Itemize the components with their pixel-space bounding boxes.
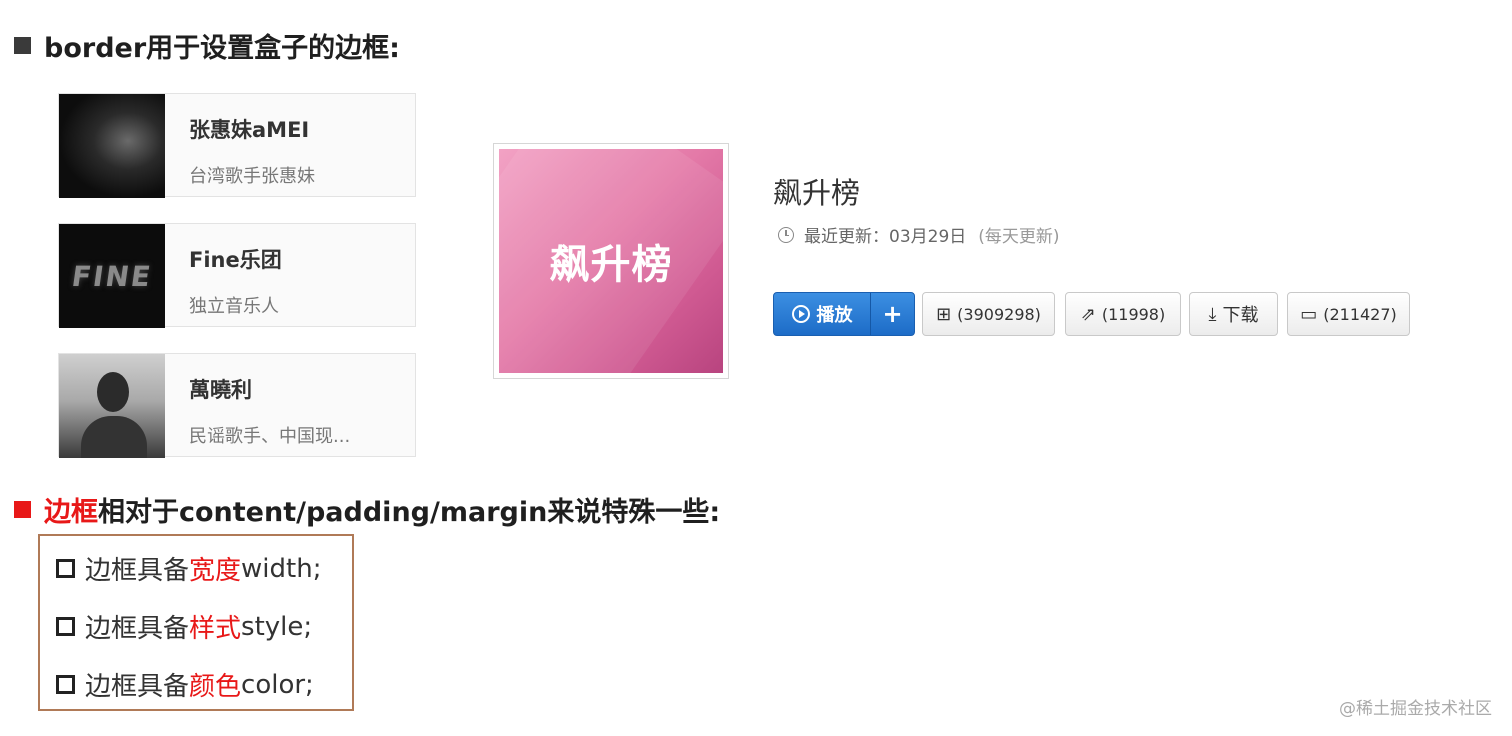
item-highlight: 宽度 bbox=[189, 556, 242, 586]
artist-photo[interactable] bbox=[59, 354, 165, 458]
watermark: @稀土掘金技术社区 bbox=[1339, 699, 1492, 719]
update-label: 最近更新：03月29日 bbox=[804, 227, 967, 247]
download-button[interactable]: ⤓ 下载 bbox=[1189, 292, 1278, 336]
update-info: 最近更新：03月29日 (每天更新) bbox=[778, 222, 1060, 247]
artist-photo[interactable] bbox=[59, 94, 165, 198]
play-button[interactable]: 播放 bbox=[774, 293, 870, 335]
share-icon: ⇗ bbox=[1080, 303, 1096, 325]
item-prefix: 边框具备 bbox=[85, 614, 190, 644]
playlist-cover[interactable]: 飙升榜 bbox=[499, 149, 723, 373]
item-suffix: color; bbox=[241, 669, 314, 700]
share-count: (11998) bbox=[1101, 304, 1166, 324]
section-heading-border: border用于设置盒子的边框: bbox=[14, 26, 400, 65]
update-frequency: (每天更新) bbox=[978, 227, 1060, 247]
collect-button[interactable]: ⊞ (3909298) bbox=[922, 292, 1055, 336]
artist-name[interactable]: 萬曉利 bbox=[189, 374, 252, 404]
add-to-queue-button[interactable]: + bbox=[871, 293, 914, 335]
bullet-square-icon bbox=[14, 37, 31, 54]
item-prefix: 边框具备 bbox=[85, 672, 190, 702]
checkbox-square-icon bbox=[56, 675, 75, 694]
list-item: 边框具备 宽度 width; bbox=[56, 550, 321, 587]
artist-card[interactable]: 张惠妹aMEI 台湾歌手张惠妹 bbox=[58, 93, 416, 198]
artist-name[interactable]: 张惠妹aMEI bbox=[189, 114, 309, 144]
artist-card[interactable]: 萬曉利 民谣歌手、中国现... bbox=[58, 353, 416, 458]
heading-text: 相对于content/padding/margin来说特殊一些: bbox=[98, 497, 721, 528]
item-suffix: style; bbox=[241, 611, 313, 642]
comment-button[interactable]: ▭ (211427) bbox=[1287, 292, 1410, 336]
artist-card[interactable]: FINE Fine乐团 独立音乐人 bbox=[58, 223, 416, 328]
folder-add-icon: ⊞ bbox=[936, 303, 952, 325]
comment-count: (211427) bbox=[1323, 304, 1397, 324]
artist-desc: 独立音乐人 bbox=[189, 296, 279, 317]
item-suffix: width; bbox=[241, 553, 322, 584]
artist-name[interactable]: Fine乐团 bbox=[189, 244, 282, 274]
checkbox-square-icon bbox=[56, 559, 75, 578]
bullet-square-icon bbox=[14, 501, 31, 518]
play-button-group: 播放 + bbox=[773, 292, 915, 336]
artist-desc: 民谣歌手、中国现... bbox=[189, 426, 351, 447]
artist-photo[interactable]: FINE bbox=[59, 224, 165, 328]
playlist-title: 飙升榜 bbox=[773, 176, 861, 210]
artist-desc: 台湾歌手张惠妹 bbox=[189, 166, 315, 187]
heading-highlight: 边框 bbox=[44, 497, 98, 528]
download-label: 下载 bbox=[1222, 305, 1259, 326]
item-highlight: 样式 bbox=[189, 614, 242, 644]
border-properties-box: 边框具备 宽度 width; 边框具备 样式 style; 边框具备 颜色 color; bbox=[38, 534, 354, 711]
cover-title: 飙升榜 bbox=[549, 242, 673, 288]
clock-icon bbox=[778, 226, 794, 243]
item-highlight: 颜色 bbox=[189, 672, 242, 702]
comment-icon: ▭ bbox=[1300, 303, 1318, 325]
heading-text: border用于设置盒子的边框: bbox=[44, 33, 400, 64]
collect-count: (3909298) bbox=[957, 304, 1041, 324]
play-circle-icon bbox=[791, 305, 810, 323]
download-icon: ⤓ bbox=[1208, 303, 1217, 325]
share-button[interactable]: ⇗ (11998) bbox=[1065, 292, 1181, 336]
list-item: 边框具备 颜色 color; bbox=[56, 666, 314, 703]
artist-photo-text: FINE bbox=[69, 259, 155, 293]
play-label: 播放 bbox=[816, 305, 853, 326]
checkbox-square-icon bbox=[56, 617, 75, 636]
section-heading-border-special: 边框 相对于content/padding/margin来说特殊一些: bbox=[14, 490, 720, 529]
item-prefix: 边框具备 bbox=[85, 556, 190, 586]
list-item: 边框具备 样式 style; bbox=[56, 608, 312, 645]
